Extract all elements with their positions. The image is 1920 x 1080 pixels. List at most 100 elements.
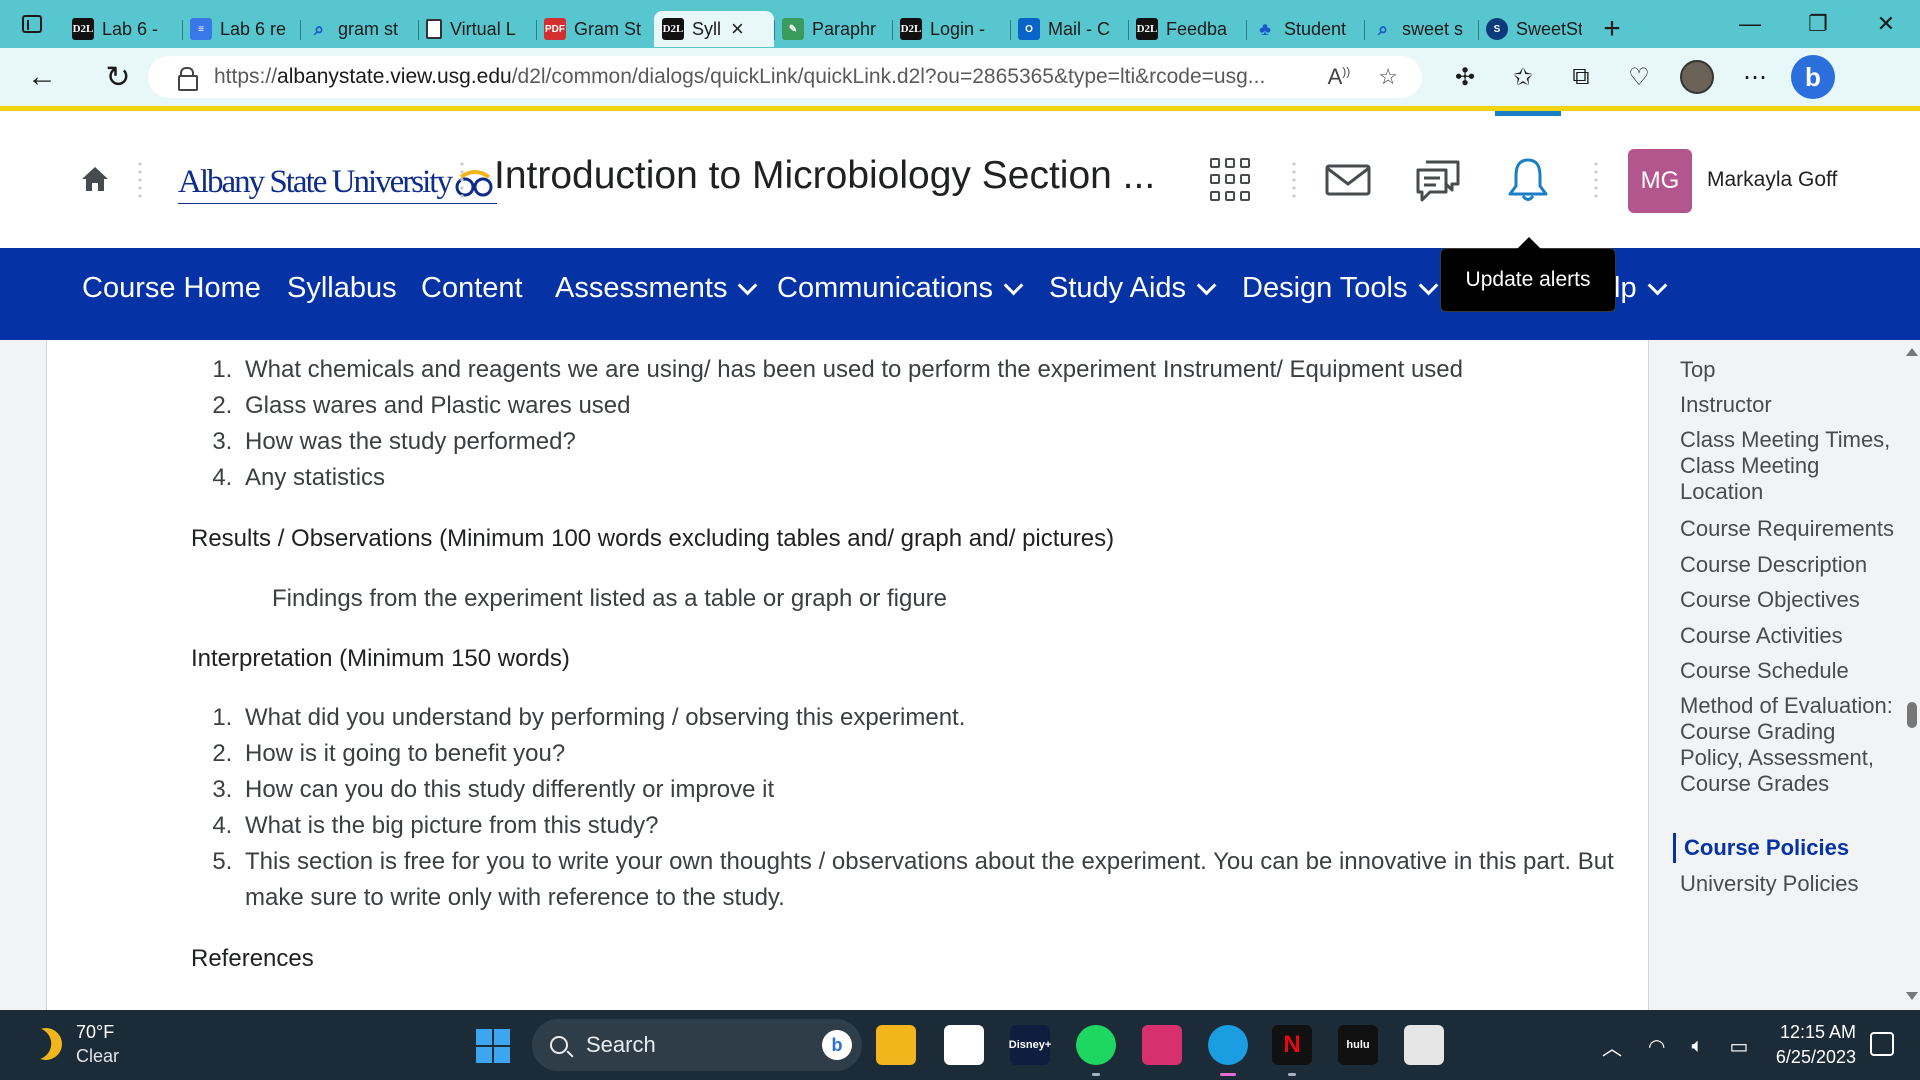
system-clock[interactable]: 12:15 AM 6/25/2023	[1770, 1020, 1856, 1070]
tab-label: Paraphr	[812, 18, 877, 39]
taskbar-search[interactable]: Search b	[532, 1019, 862, 1071]
nav-content[interactable]: Content	[421, 272, 523, 305]
nav-study-aids[interactable]: Study Aids	[1049, 272, 1217, 305]
browser-tab[interactable]: D2L Login -	[892, 11, 1010, 47]
browser-tab[interactable]: ✎ Paraphr	[774, 11, 892, 47]
university-logo[interactable]: Albany State University	[178, 156, 497, 204]
start-button[interactable]	[476, 1029, 510, 1063]
collections-icon[interactable]: ⧉	[1552, 48, 1610, 106]
refresh-button[interactable]: ↻	[88, 48, 148, 106]
spotify-icon[interactable]	[1076, 1025, 1116, 1076]
course-selector-icon[interactable]	[1210, 158, 1254, 202]
nav-label: Content	[421, 272, 523, 304]
read-aloud-icon[interactable]: A))	[1328, 64, 1351, 90]
close-tab-icon[interactable]: ×	[731, 18, 744, 40]
toc-item-top[interactable]: Top	[1680, 357, 1894, 383]
microsoft-store-icon[interactable]	[944, 1025, 984, 1065]
restore-button[interactable]: ❐	[1784, 0, 1852, 48]
browser-essentials-icon[interactable]: ♡	[1610, 48, 1668, 106]
volume-icon[interactable]: 🔈︎	[1691, 1035, 1703, 1058]
new-tab-button[interactable]: +	[1590, 11, 1634, 47]
chevron-down-icon	[1196, 275, 1217, 295]
browser-tab[interactable]: ♣ Student	[1246, 11, 1364, 47]
toc-item-course-policies[interactable]: Course Policies	[1684, 835, 1898, 861]
battery-icon[interactable]: ▭	[1729, 1034, 1748, 1059]
list-item: Any statistics	[239, 460, 1648, 496]
instagram-icon[interactable]	[1142, 1025, 1182, 1065]
scrollbar-thumb[interactable]	[1907, 702, 1917, 728]
list-item: What did you understand by performing / …	[239, 700, 1648, 736]
weather-widget[interactable]: 70°F Clear	[30, 1020, 119, 1068]
browser-tab[interactable]: PDF Gram St	[536, 11, 654, 47]
scroll-down-icon[interactable]	[1906, 992, 1918, 1000]
nav-design-tools[interactable]: Design Tools	[1242, 272, 1438, 305]
browser-tab[interactable]: D2L Syll ×	[654, 11, 774, 47]
nav-communications[interactable]: Communications	[777, 272, 1024, 305]
nav-assessments[interactable]: Assessments	[555, 272, 758, 305]
notifications-icon[interactable]	[1870, 1032, 1894, 1056]
sweetstudy-icon: S	[1486, 18, 1508, 40]
extensions-icon[interactable]: ✣	[1436, 48, 1494, 106]
netflix-icon[interactable]: N	[1272, 1025, 1312, 1076]
edge-icon[interactable]	[1208, 1025, 1248, 1076]
browser-tab[interactable]: ≡ Lab 6 re	[182, 11, 300, 47]
close-window-button[interactable]: ✕	[1852, 0, 1920, 48]
nav-label: Study Aids	[1049, 272, 1187, 304]
toc-item-university-policies[interactable]: University Policies	[1680, 871, 1894, 897]
file-explorer-icon[interactable]	[876, 1025, 916, 1065]
paraphrase-icon: ✎	[782, 18, 804, 40]
toc-item-course-schedule[interactable]: Course Schedule	[1680, 658, 1894, 684]
favorite-star-icon[interactable]: ☆	[1378, 64, 1398, 90]
toc-item-course-description[interactable]: Course Description	[1680, 552, 1894, 578]
nav-help[interactable]: lp	[1614, 272, 1668, 305]
course-title[interactable]: Introduction to Microbiology Section ...	[494, 154, 1155, 198]
avatar[interactable]: MG	[1628, 149, 1692, 213]
tab-actions-button[interactable]	[0, 0, 64, 48]
roblox-icon[interactable]	[1404, 1025, 1444, 1065]
header-separator	[1292, 160, 1296, 200]
list-item: How can you do this study differently or…	[239, 772, 1648, 808]
browser-tab[interactable]: D2L Lab 6 -	[64, 11, 182, 47]
toc-active-indicator	[1673, 833, 1676, 863]
browser-tab[interactable]: S SweetSt	[1478, 11, 1590, 47]
header-separator	[138, 160, 142, 200]
tab-label: gram st	[338, 18, 399, 39]
nav-syllabus[interactable]: Syllabus	[287, 272, 397, 305]
toc-item-class-meeting[interactable]: Class Meeting Times, Class Meeting Locat…	[1680, 427, 1894, 505]
hulu-icon[interactable]: hulu	[1338, 1025, 1378, 1065]
weather-condition: Clear	[76, 1046, 120, 1066]
back-button[interactable]: ←	[12, 48, 72, 106]
toc-item-course-objectives[interactable]: Course Objectives	[1680, 587, 1894, 613]
scroll-up-icon[interactable]	[1906, 348, 1918, 356]
home-icon[interactable]	[80, 164, 110, 194]
more-options-icon[interactable]: ⋯	[1726, 48, 1784, 106]
clock-time: 12:15 AM	[1779, 1022, 1856, 1042]
nav-label: lp	[1614, 272, 1637, 304]
chevron-up-icon[interactable]: ︿	[1602, 1032, 1622, 1061]
toc-item-method-of-evaluation[interactable]: Method of Evaluation: Course Grading Pol…	[1680, 693, 1894, 797]
course-header: Albany State University Introduction to …	[0, 116, 1920, 248]
minimize-button[interactable]: —	[1716, 0, 1784, 48]
user-name[interactable]: Markayla Goff	[1707, 168, 1837, 192]
page-scrollbar[interactable]	[1902, 340, 1920, 1010]
favorites-icon[interactable]: ✩	[1494, 48, 1552, 106]
mail-icon[interactable]	[1325, 156, 1373, 204]
copilot-button[interactable]: b	[1784, 48, 1842, 106]
address-bar[interactable]: https://albanystate.view.usg.edu/d2l/com…	[148, 56, 1422, 98]
toc-item-course-requirements[interactable]: Course Requirements	[1680, 516, 1894, 542]
browser-tab[interactable]: Virtual L	[418, 11, 536, 47]
browser-tab[interactable]: O Mail - C	[1010, 11, 1128, 47]
browser-tab[interactable]: D2L Feedba	[1128, 11, 1246, 47]
toc-item-instructor[interactable]: Instructor	[1680, 392, 1894, 418]
wifi-icon[interactable]: ◠	[1648, 1034, 1665, 1059]
toc-item-course-activities[interactable]: Course Activities	[1680, 623, 1894, 649]
bell-icon[interactable]	[1504, 156, 1552, 204]
disney-plus-icon[interactable]: Disney+	[1009, 1025, 1051, 1065]
discussions-icon[interactable]	[1414, 156, 1462, 204]
browser-tab[interactable]: ⌕ gram st	[300, 11, 418, 47]
browser-tab[interactable]: ⌕ sweet s	[1364, 11, 1478, 47]
tab-actions-icon	[22, 15, 42, 33]
profile-button[interactable]	[1668, 48, 1726, 106]
nav-course-home[interactable]: Course Home	[82, 272, 261, 305]
bing-icon: b	[1791, 55, 1835, 99]
